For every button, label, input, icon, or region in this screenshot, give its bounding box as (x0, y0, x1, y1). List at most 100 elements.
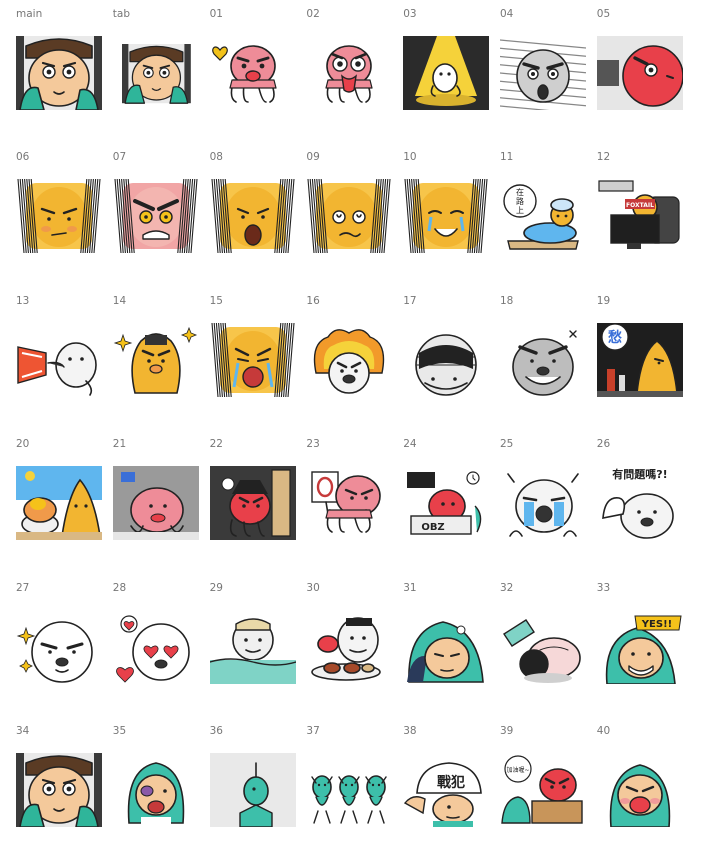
yellow-face-tears-icon (403, 179, 490, 254)
sticker-caption: FOXTAIL (626, 202, 654, 209)
octopus-sign-icon (311, 471, 382, 533)
sticker-label: 32 (500, 581, 514, 594)
red-ball-squash-icon (596, 36, 683, 110)
teal-hood-yes-icon: YES!! (597, 610, 683, 684)
seal-flame-icon (314, 328, 385, 394)
tv-watching-icon: FOXTAIL (596, 179, 683, 254)
seal-question-icon: 有問題嗎?! (597, 466, 683, 540)
sticker-label: 16 (306, 294, 320, 307)
sticker-cell[interactable]: 30 (306, 582, 402, 717)
sticker-label: 29 (209, 581, 223, 594)
teal-hood-yes-icon: YES!! (605, 615, 682, 684)
sticker-label: 31 (403, 581, 417, 594)
shaved-ice-icon (16, 466, 102, 541)
sticker-cell[interactable]: 03 (403, 8, 499, 143)
sticker-cell[interactable]: 09 (306, 151, 402, 286)
sticker-cell[interactable]: 26 有問題嗎?! (597, 438, 693, 573)
sticker-caption: YES!! (641, 619, 672, 630)
sticker-cell[interactable]: 20 (16, 438, 112, 573)
sticker-cell[interactable]: main (16, 8, 112, 143)
sticker-cell[interactable]: 06 (16, 151, 112, 286)
sticker-label: 06 (16, 151, 30, 164)
sticker-label: 12 (596, 151, 611, 164)
teal-hood-bruised-icon (113, 753, 199, 827)
tv-watching-icon: FOXTAIL (596, 179, 683, 254)
sticker-label: 30 (306, 581, 320, 594)
seal-sparkle-icon (16, 610, 102, 684)
sticker-cell[interactable]: 19 愁 (596, 295, 693, 430)
sticker-label: 27 (16, 581, 30, 594)
sticker-cell[interactable]: 08 (209, 151, 306, 286)
sticker-label: 02 (306, 8, 320, 20)
yellow-face-shout-icon (209, 179, 296, 254)
sticker-cell[interactable]: 32 (500, 582, 596, 717)
sticker-label: 38 (403, 725, 417, 737)
sticker-cell[interactable]: 24 OBZ (403, 438, 499, 573)
sticker-caption: 路 (516, 196, 524, 206)
sticker-cell[interactable]: 14 (113, 295, 209, 430)
sticker-cell[interactable]: 25 (500, 438, 596, 573)
sticker-label: 39 (500, 725, 514, 737)
sticker-cell[interactable]: 13 (16, 295, 112, 430)
sticker-label: 28 (112, 581, 127, 594)
pirate-octopus-icon (209, 466, 296, 541)
shocked-grey-face-icon (500, 36, 586, 110)
sticker-cell[interactable]: 11 在路上 (500, 151, 596, 286)
sticker-cell[interactable]: 07 (112, 151, 209, 286)
sticker-label: 03 (403, 8, 417, 20)
sticker-cell[interactable]: 02 (306, 8, 402, 143)
sticker-cell[interactable]: 01 (210, 8, 306, 143)
sticker-caption: 上 (516, 206, 524, 215)
yellow-face-crying-icon (209, 322, 296, 397)
sticker-cell[interactable]: 27 (16, 582, 112, 717)
sticker-caption: 有問題嗎?! (612, 467, 667, 481)
sticker-label: 14 (112, 294, 127, 307)
red-face-angry-icon (112, 179, 199, 254)
sticker-caption: OBZ (422, 522, 445, 533)
seal-heart-eyes-icon (113, 610, 199, 684)
sticker-cell[interactable]: tab (113, 8, 209, 143)
pink-octopus-desk-icon (112, 466, 199, 541)
teal-hood-bruised-icon (127, 762, 185, 825)
teal-hood-fall-icon (500, 610, 586, 684)
sticker-cell[interactable]: 28 (113, 582, 209, 717)
sticker-caption: 在 (516, 187, 524, 197)
sticker-label: 25 (500, 438, 514, 451)
surgeon-face-small-icon (121, 44, 191, 104)
octopus-office-icon: OBZ (403, 466, 490, 541)
octopus-office-icon: OBZ (403, 466, 490, 541)
surgeon-face-icon (16, 753, 102, 827)
sticker-cell[interactable]: 22 (209, 438, 306, 573)
teal-figure-icon (209, 753, 296, 827)
sticker-cell[interactable]: 16 (306, 295, 402, 430)
sticker-cell[interactable]: 04 (500, 8, 596, 143)
sticker-cell[interactable]: 23 (306, 438, 402, 573)
sticker-cell[interactable]: 18 (500, 295, 596, 430)
sticker-cell[interactable]: 05 (596, 8, 693, 143)
sticker-cell[interactable]: 12 FOXTAIL (596, 151, 693, 286)
sticker-label: 01 (209, 8, 223, 20)
sticker-label: 35 (112, 725, 127, 737)
sticker-label: 17 (403, 294, 417, 307)
sticker-cell[interactable]: 29 (209, 581, 306, 717)
sticker-cell[interactable]: 33 YES!! (597, 582, 693, 717)
red-face-angry-icon (112, 179, 199, 254)
pink-octopus-desk-icon (112, 466, 199, 541)
megaphone-seal-icon (17, 341, 97, 396)
sticker-grid: main tab 01 02 03 04 05 06 07 08 09 10 11 在路上 12 FOXTAI… (0, 0, 708, 840)
sticker-cell[interactable]: 10 (403, 151, 499, 286)
sticker-caption: 加油喔~ (506, 766, 529, 774)
seal-feast-icon (311, 616, 382, 681)
sticker-label: 21 (112, 438, 127, 451)
sticker-cell[interactable]: 21 (112, 438, 209, 573)
sorrow-drink-icon: 愁 (596, 322, 683, 397)
sticker-cell[interactable]: 31 (403, 582, 499, 717)
yellow-face-annoyed-icon (16, 179, 102, 254)
bandaged-seal-icon (415, 333, 477, 396)
octopus-sign-icon (306, 466, 392, 540)
sticker-cell[interactable]: 15 (209, 295, 306, 430)
sticker-cell[interactable]: 17 (403, 295, 499, 430)
seal-question-icon: 有問題嗎?! (601, 467, 674, 539)
surgeon-face-icon (16, 36, 102, 110)
octopus-heart-icon (210, 36, 296, 110)
